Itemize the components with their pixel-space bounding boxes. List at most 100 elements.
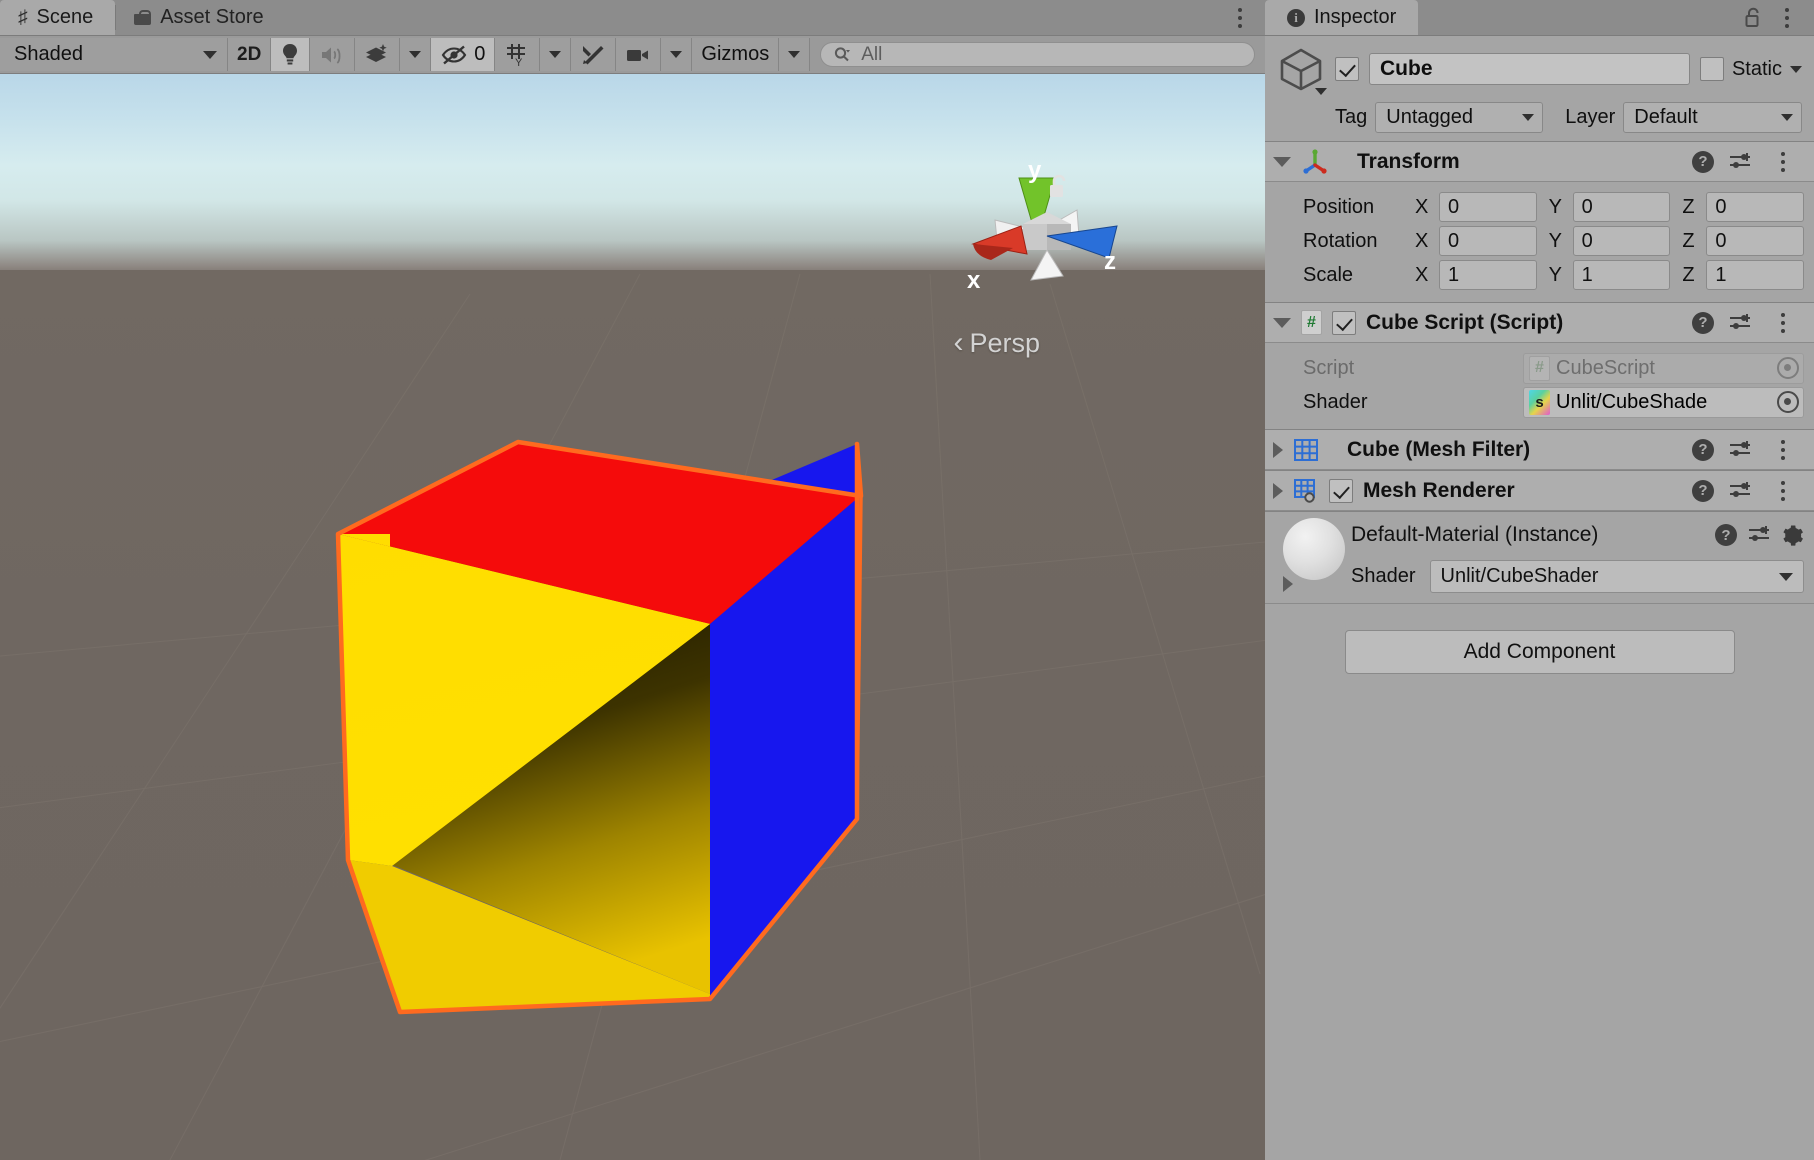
info-circle-icon: i <box>1287 8 1305 27</box>
inspector-options-menu-icon[interactable] <box>1770 7 1804 28</box>
cube-mesh <box>335 439 864 1015</box>
axis-z-label: Z <box>1682 195 1695 218</box>
layer-dropdown[interactable]: Default <box>1623 102 1802 133</box>
position-x-input[interactable]: 0 <box>1439 192 1537 222</box>
gameobject-name-row: Cube Static <box>1277 46 1802 95</box>
layer-value: Default <box>1634 106 1698 128</box>
cube-script-enabled-checkbox[interactable] <box>1332 310 1356 335</box>
mesh-filter-header[interactable]: Cube (Mesh Filter) ? <box>1265 430 1814 470</box>
material-shader-dropdown[interactable]: Unlit/CubeShader <box>1429 560 1804 593</box>
axis-x-label: X <box>1415 263 1429 286</box>
help-icon[interactable]: ? <box>1692 479 1714 502</box>
scene-camera-button[interactable] <box>616 38 662 71</box>
static-checkbox[interactable] <box>1699 57 1724 81</box>
mesh-filter-menu-icon[interactable] <box>1766 439 1800 460</box>
cube-object[interactable] <box>330 434 895 1019</box>
chevron-down-icon <box>549 51 562 58</box>
scene-search-input[interactable]: All <box>820 42 1255 67</box>
scene-lighting-button[interactable] <box>271 38 311 71</box>
gear-icon[interactable] <box>1781 524 1804 547</box>
mesh-renderer-menu-icon[interactable] <box>1766 480 1800 501</box>
scene-axis-gizmo[interactable]: x y z <box>965 157 1125 302</box>
help-icon[interactable]: ? <box>1692 150 1714 173</box>
scale-z-input[interactable]: 1 <box>1706 260 1805 290</box>
script-object-field[interactable]: # CubeScript <box>1523 352 1804 384</box>
object-picker-icon[interactable] <box>1777 391 1799 413</box>
scene-tools-button[interactable] <box>571 38 617 71</box>
tab-asset-store[interactable]: Asset Store <box>116 0 286 35</box>
gameobject-name-input[interactable]: Cube <box>1369 53 1690 85</box>
scene-camera-dropdown[interactable] <box>661 38 693 71</box>
tab-inspector-label: Inspector <box>1314 6 1397 28</box>
projection-indicator[interactable]: ‹ Persp <box>953 326 1040 360</box>
scene-fx-dropdown[interactable] <box>400 38 432 71</box>
scene-viewport[interactable]: x y z ‹ Persp <box>0 74 1265 1160</box>
tab-scene-label: Scene <box>36 6 94 28</box>
position-z-input[interactable]: 0 <box>1706 192 1805 222</box>
mesh-renderer-title: Mesh Renderer <box>1363 478 1515 502</box>
axis-label-x: x <box>967 267 981 294</box>
cube-script-header[interactable]: # Cube Script (Script) ? <box>1265 303 1814 343</box>
cube-script-body: Script # CubeScript Shader s Unlit/CubeS… <box>1265 343 1814 429</box>
preset-sliders-icon[interactable] <box>1728 152 1752 172</box>
unlocked-padlock-icon[interactable] <box>1048 174 1070 200</box>
help-icon[interactable]: ? <box>1715 524 1737 546</box>
gameobject-enabled-checkbox[interactable] <box>1335 57 1359 81</box>
position-y-input[interactable]: 0 <box>1572 192 1671 222</box>
gizmos-dropdown[interactable] <box>779 38 811 71</box>
material-sphere-preview <box>1283 518 1345 580</box>
scale-x-input[interactable]: 1 <box>1439 260 1537 290</box>
tab-inspector[interactable]: i Inspector <box>1265 0 1419 35</box>
transform-menu-icon[interactable] <box>1766 151 1800 172</box>
lightbulb-icon <box>283 43 298 64</box>
rotation-x-input[interactable]: 0 <box>1439 226 1537 256</box>
rotation-y-input[interactable]: 0 <box>1572 226 1671 256</box>
mesh-renderer-header[interactable]: Mesh Renderer ? <box>1265 471 1814 511</box>
hidden-object-count: 0 <box>474 43 486 65</box>
transform-header[interactable]: Transform ? <box>1265 142 1814 182</box>
object-picker-icon[interactable] <box>1777 357 1799 379</box>
chevron-down-icon <box>1781 114 1793 121</box>
help-icon[interactable]: ? <box>1692 438 1714 461</box>
transform-actions: ? <box>1692 150 1804 173</box>
scene-panel: ♯ Scene Asset Store Shaded 2D 0 Y Gizmos… <box>0 0 1265 1160</box>
expand-triangle-icon[interactable] <box>1273 482 1283 499</box>
cube-script-menu-icon[interactable] <box>1766 312 1800 333</box>
preset-sliders-icon[interactable] <box>1728 313 1752 333</box>
preset-sliders-icon[interactable] <box>1747 525 1771 545</box>
rotation-z-input[interactable]: 0 <box>1706 226 1805 256</box>
inspector-tab-strip: i Inspector <box>1265 0 1814 36</box>
scene-options-menu-icon[interactable] <box>1223 0 1257 35</box>
expand-triangle-icon[interactable] <box>1283 576 1293 592</box>
material-shader-value: Unlit/CubeShader <box>1440 565 1599 587</box>
material-shader-label: Shader <box>1351 565 1416 587</box>
tag-dropdown[interactable]: Untagged <box>1375 102 1544 133</box>
material-title: Default-Material (Instance) <box>1351 523 1599 546</box>
toggle-2d-button[interactable]: 2D <box>228 38 272 71</box>
preset-sliders-icon[interactable] <box>1728 440 1752 460</box>
draw-mode-dropdown[interactable]: Shaded <box>0 38 228 71</box>
add-component-button[interactable]: Add Component <box>1344 630 1735 674</box>
scale-y-input[interactable]: 1 <box>1572 260 1671 290</box>
scene-search-placeholder: All <box>861 43 883 65</box>
inspector-lock-icon[interactable] <box>1740 7 1766 29</box>
cube-icon <box>1277 46 1327 95</box>
scene-audio-button[interactable] <box>310 38 356 71</box>
preset-sliders-icon[interactable] <box>1728 481 1752 501</box>
tab-scene[interactable]: ♯ Scene <box>0 0 116 35</box>
component-transform: Transform ? Position X 0 Y 0 Z 0 Rotatio… <box>1265 141 1814 302</box>
shader-object-field[interactable]: s Unlit/CubeShade <box>1523 386 1804 418</box>
gizmos-button[interactable]: Gizmos <box>692 38 780 71</box>
mesh-renderer-enabled-checkbox[interactable] <box>1329 478 1353 503</box>
help-icon[interactable]: ? <box>1692 311 1714 334</box>
shopping-bag-icon <box>134 10 152 25</box>
axis-y-label: Y <box>1548 229 1563 252</box>
scene-grid-dropdown[interactable] <box>540 38 572 71</box>
expand-triangle-icon[interactable] <box>1273 441 1283 458</box>
scene-grid-button[interactable]: Y <box>495 38 541 71</box>
collapse-triangle-icon[interactable] <box>1273 156 1291 167</box>
collapse-triangle-icon[interactable] <box>1273 317 1291 328</box>
chevron-down-icon[interactable] <box>1790 65 1802 73</box>
scene-visibility-button[interactable]: 0 <box>431 38 496 71</box>
scene-fx-button[interactable] <box>355 38 401 71</box>
